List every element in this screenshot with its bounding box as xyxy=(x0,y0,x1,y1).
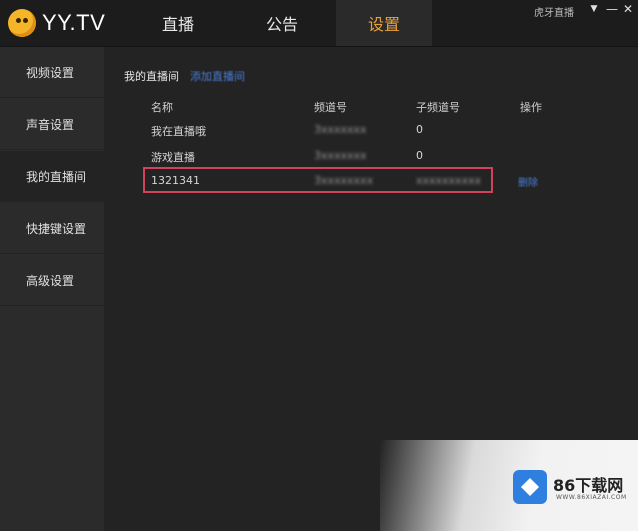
column-header-name: 名称 xyxy=(151,101,173,114)
column-header-action: 操作 xyxy=(520,101,542,114)
settings-sidebar: 视频设置 声音设置 我的直播间 快捷键设置 高级设置 xyxy=(0,47,104,531)
menu-dropdown-icon[interactable]: ▼ xyxy=(587,4,601,14)
room-name: 1321341 xyxy=(151,174,200,187)
top-bar: YY.TV 直播 公告 设置 虎牙直播 ▼ — ✕ xyxy=(0,0,638,47)
sidebar-item-label: 声音设置 xyxy=(26,117,75,132)
minimize-icon[interactable]: — xyxy=(605,2,619,16)
add-room-link[interactable]: 添加直播间 xyxy=(190,68,245,84)
nav-tab-announcement[interactable]: 公告 xyxy=(250,0,314,46)
delete-room-link[interactable]: 删除 xyxy=(518,174,538,189)
sidebar-item-advanced[interactable]: 高级设置 xyxy=(0,255,104,306)
room-name: 游戏直播 xyxy=(151,151,195,164)
room-channel: 3xxxxxxx xyxy=(314,123,367,136)
room-subchannel: 0 xyxy=(416,149,423,162)
watermark-brand: 86下载网 xyxy=(553,476,624,495)
room-channel: 3xxxxxxxx xyxy=(314,174,374,187)
yy-mascot-icon xyxy=(8,9,36,37)
sidebar-item-label: 快捷键设置 xyxy=(26,221,87,236)
sidebar-item-audio[interactable]: 声音设置 xyxy=(0,99,104,150)
room-name: 我在直播哦 xyxy=(151,125,206,138)
column-header-channel: 频道号 xyxy=(314,101,347,114)
room-subchannel: 0 xyxy=(416,123,423,136)
room-channel: 3xxxxxxx xyxy=(314,149,367,162)
window-user-label[interactable]: 虎牙直播 xyxy=(534,4,574,19)
column-header-subchannel: 子频道号 xyxy=(416,101,460,114)
sidebar-item-my-room[interactable]: 我的直播间 xyxy=(0,151,104,202)
sidebar-item-label: 高级设置 xyxy=(26,273,75,288)
logo-text: YY.TV xyxy=(42,10,106,35)
watermark-url: WWW.86XIAZAI.COM xyxy=(556,494,627,501)
nav-tab-live[interactable]: 直播 xyxy=(148,0,208,46)
section-title: 我的直播间 xyxy=(124,70,179,83)
room-subchannel: xxxxxxxxxx xyxy=(416,174,482,187)
sidebar-item-label: 视频设置 xyxy=(26,65,75,80)
nav-tab-settings[interactable]: 设置 xyxy=(336,0,432,46)
sidebar-item-label: 我的直播间 xyxy=(26,169,87,184)
watermark-logo-icon xyxy=(513,470,547,504)
sidebar-item-hotkeys[interactable]: 快捷键设置 xyxy=(0,203,104,254)
close-icon[interactable]: ✕ xyxy=(621,2,635,16)
sidebar-item-video[interactable]: 视频设置 xyxy=(0,47,104,98)
yy-logo: YY.TV xyxy=(8,8,128,40)
